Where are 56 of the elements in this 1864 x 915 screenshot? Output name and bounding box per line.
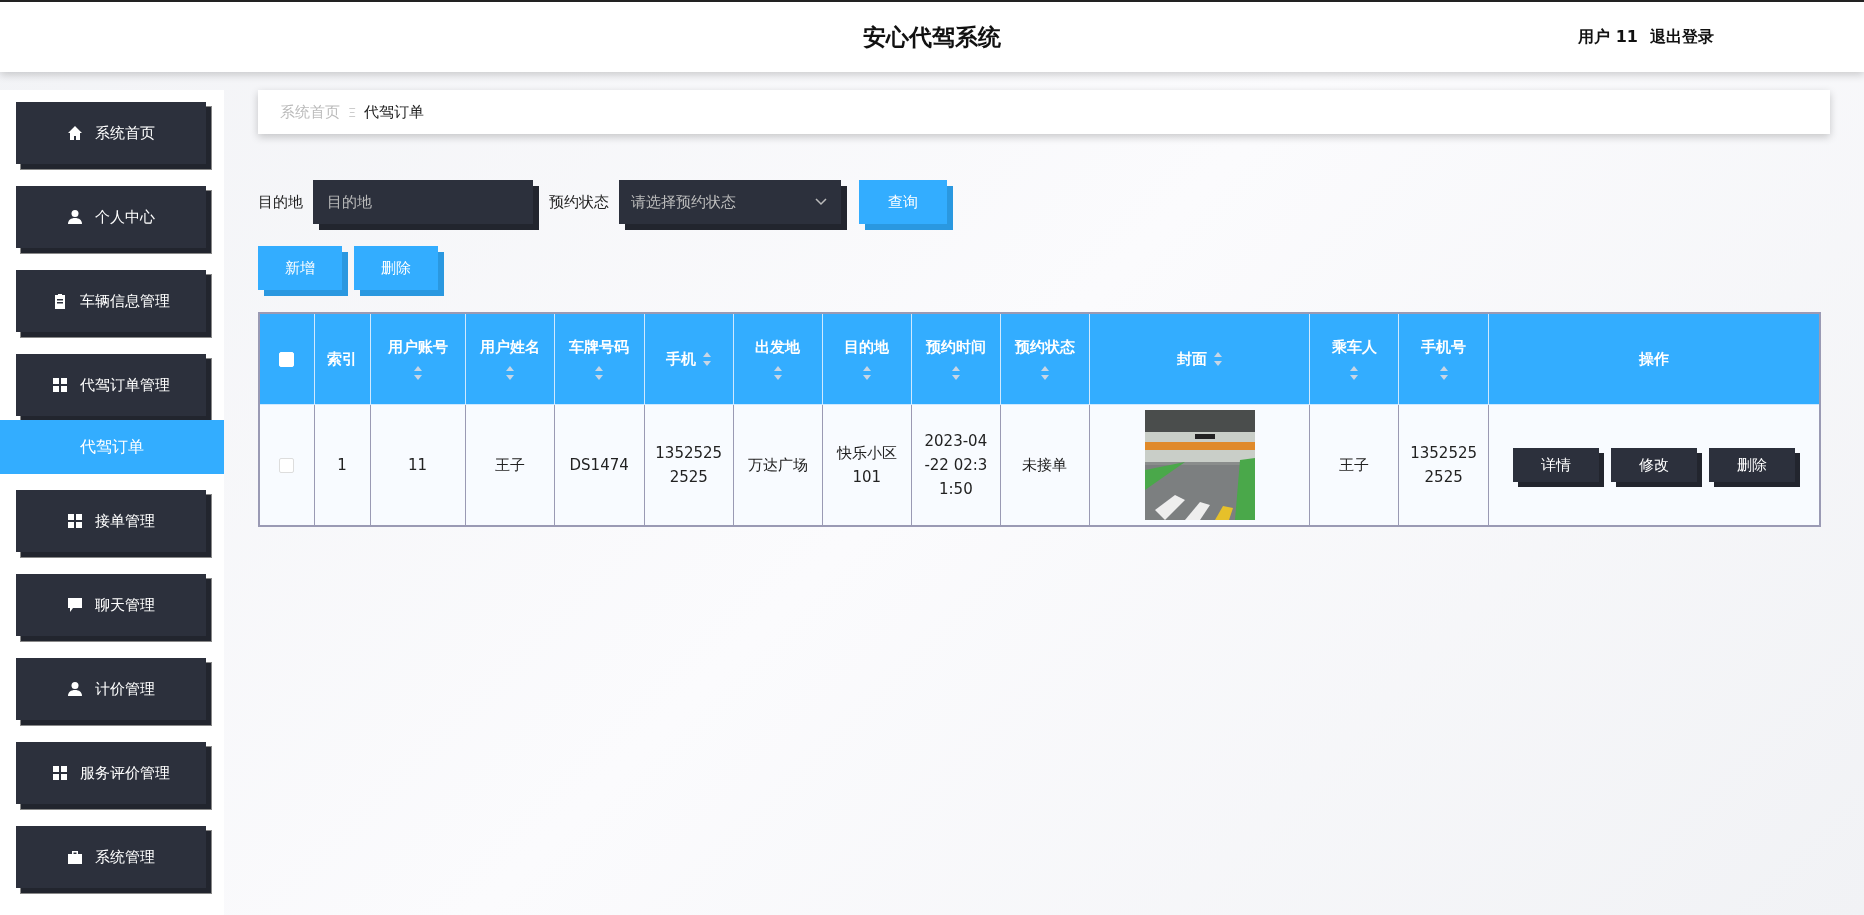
user-name: 用户 11 — [1578, 26, 1638, 48]
sort-icon[interactable] — [701, 351, 712, 367]
table-cell: 11 — [408, 456, 428, 474]
table-cell: 王子 — [494, 456, 525, 474]
table-cell: 1 — [337, 456, 347, 474]
breadcrumb-link[interactable]: 代驾订单 — [364, 102, 425, 122]
sidebar-subitem[interactable]: 代驾订单 — [0, 420, 224, 474]
table-cell: 2023-04-22 02:31:50 — [924, 432, 988, 498]
grid-icon — [67, 513, 83, 529]
table-cell: 未接单 — [1022, 456, 1068, 474]
column-header[interactable]: 手机 — [665, 349, 696, 368]
sort-icon[interactable] — [594, 364, 605, 381]
search-field[interactable]: 目的地 — [313, 180, 533, 224]
table-cell: 13525252525 — [655, 444, 723, 486]
sort-icon[interactable] — [1349, 364, 1360, 381]
sort-icon[interactable] — [1438, 364, 1449, 381]
column-header: 操作 — [1639, 349, 1670, 368]
column-header[interactable]: 手机号 — [1421, 337, 1467, 356]
sort-icon[interactable] — [1212, 351, 1223, 367]
breadcrumb-link[interactable]: 系统首页 — [280, 102, 340, 122]
column-header[interactable]: 乘车人 — [1331, 337, 1377, 356]
table-cell: 王子 — [1339, 456, 1370, 474]
sort-icon[interactable] — [861, 364, 872, 381]
field-label: 预约状态 — [549, 192, 609, 212]
table-cell: 13525252525 — [1410, 444, 1478, 486]
sort-icon[interactable] — [1039, 364, 1050, 381]
column-header[interactable]: 目的地 — [844, 337, 890, 356]
table-cell: 万达广场 — [747, 456, 808, 474]
user-icon — [67, 209, 83, 225]
table-cell: 快乐小区101 — [836, 444, 897, 486]
home-icon — [67, 125, 83, 141]
grid-icon — [52, 377, 68, 393]
user-icon — [67, 681, 83, 697]
logout-link[interactable]: 退出登录 — [1650, 26, 1714, 48]
sort-icon[interactable] — [412, 364, 423, 381]
column-header[interactable]: 出发地 — [755, 337, 801, 356]
sort-icon[interactable] — [504, 364, 515, 381]
column-header[interactable]: 用户姓名 — [479, 337, 540, 356]
sort-icon[interactable] — [950, 364, 961, 381]
field-label: 目的地 — [258, 192, 303, 212]
chat-icon — [67, 597, 83, 613]
column-header[interactable]: 预约时间 — [925, 337, 986, 356]
column-header[interactable]: 用户账号 — [387, 337, 448, 356]
chevron-down-icon — [815, 198, 827, 206]
app-title: 安心代驾系统 — [863, 23, 1001, 50]
column-header[interactable]: 车牌号码 — [569, 337, 630, 356]
clipboard-icon — [52, 293, 68, 309]
column-header: 索引 — [327, 349, 358, 368]
table-cell: DS1474 — [569, 456, 629, 474]
grid-icon — [52, 765, 68, 781]
column-header[interactable]: 封面 — [1176, 349, 1207, 368]
column-header[interactable]: 预约状态 — [1014, 337, 1075, 356]
sort-icon[interactable] — [772, 364, 783, 381]
select-all-checkbox[interactable] — [279, 352, 295, 367]
row-checkbox[interactable] — [279, 458, 295, 473]
briefcase-icon — [67, 849, 83, 865]
